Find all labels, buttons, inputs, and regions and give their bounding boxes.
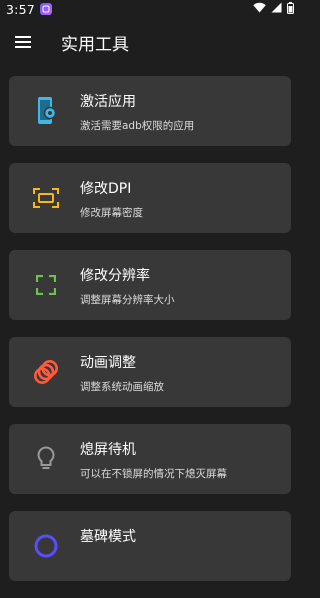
status-time: 3:57 bbox=[6, 1, 35, 17]
tool-subtitle: 调整屏幕分辨率大小 bbox=[80, 294, 175, 306]
animation-icon bbox=[33, 359, 59, 385]
tool-subtitle: 调整系统动画缩放 bbox=[80, 381, 164, 393]
tool-title: 动画调整 bbox=[80, 355, 136, 371]
tool-title: 熄屏待机 bbox=[80, 442, 136, 458]
tool-subtitle: 修改屏幕密度 bbox=[80, 207, 143, 219]
menu-button[interactable] bbox=[1, 20, 45, 64]
tool-title: 墓碑模式 bbox=[80, 529, 136, 545]
tool-card-animation[interactable]: 动画调整 调整系统动画缩放 bbox=[9, 337, 291, 407]
dpi-icon bbox=[33, 185, 59, 211]
tool-card-screen-off[interactable]: 熄屏待机 可以在不锁屏的情况下熄灭屏幕 bbox=[9, 424, 291, 494]
tool-title: 修改分辨率 bbox=[80, 268, 150, 284]
tool-card-modify-resolution[interactable]: 修改分辨率 调整屏幕分辨率大小 bbox=[9, 250, 291, 320]
resolution-icon bbox=[33, 272, 59, 298]
tool-title: 激活应用 bbox=[80, 94, 136, 110]
tombstone-icon bbox=[33, 533, 59, 559]
phone-settings-icon bbox=[33, 97, 59, 124]
cellular-signal-icon bbox=[271, 2, 282, 16]
menu-icon bbox=[15, 33, 31, 52]
tool-title: 修改DPI bbox=[80, 181, 132, 197]
app-bar: 实用工具 bbox=[0, 18, 300, 66]
tool-card-activate-app[interactable]: 激活应用 激活需要adb权限的应用 bbox=[9, 76, 291, 146]
tool-card-modify-dpi[interactable]: 修改DPI 修改屏幕密度 bbox=[9, 163, 291, 233]
tool-subtitle: 可以在不锁屏的情况下熄灭屏幕 bbox=[80, 468, 227, 480]
tool-card-tombstone[interactable]: 墓碑模式 bbox=[9, 511, 291, 581]
tool-subtitle: 激活需要adb权限的应用 bbox=[80, 120, 195, 132]
tool-list: 激活应用 激活需要adb权限的应用 修改DPI 修改屏幕密度 修改分辨率 调整屏… bbox=[9, 76, 291, 598]
lightbulb-icon bbox=[33, 446, 59, 472]
battery-icon bbox=[287, 1, 294, 17]
status-bar: 3:57 bbox=[0, 0, 300, 18]
app-notification-icon bbox=[39, 3, 52, 15]
wifi-icon bbox=[253, 2, 266, 16]
page-title: 实用工具 bbox=[61, 34, 129, 55]
